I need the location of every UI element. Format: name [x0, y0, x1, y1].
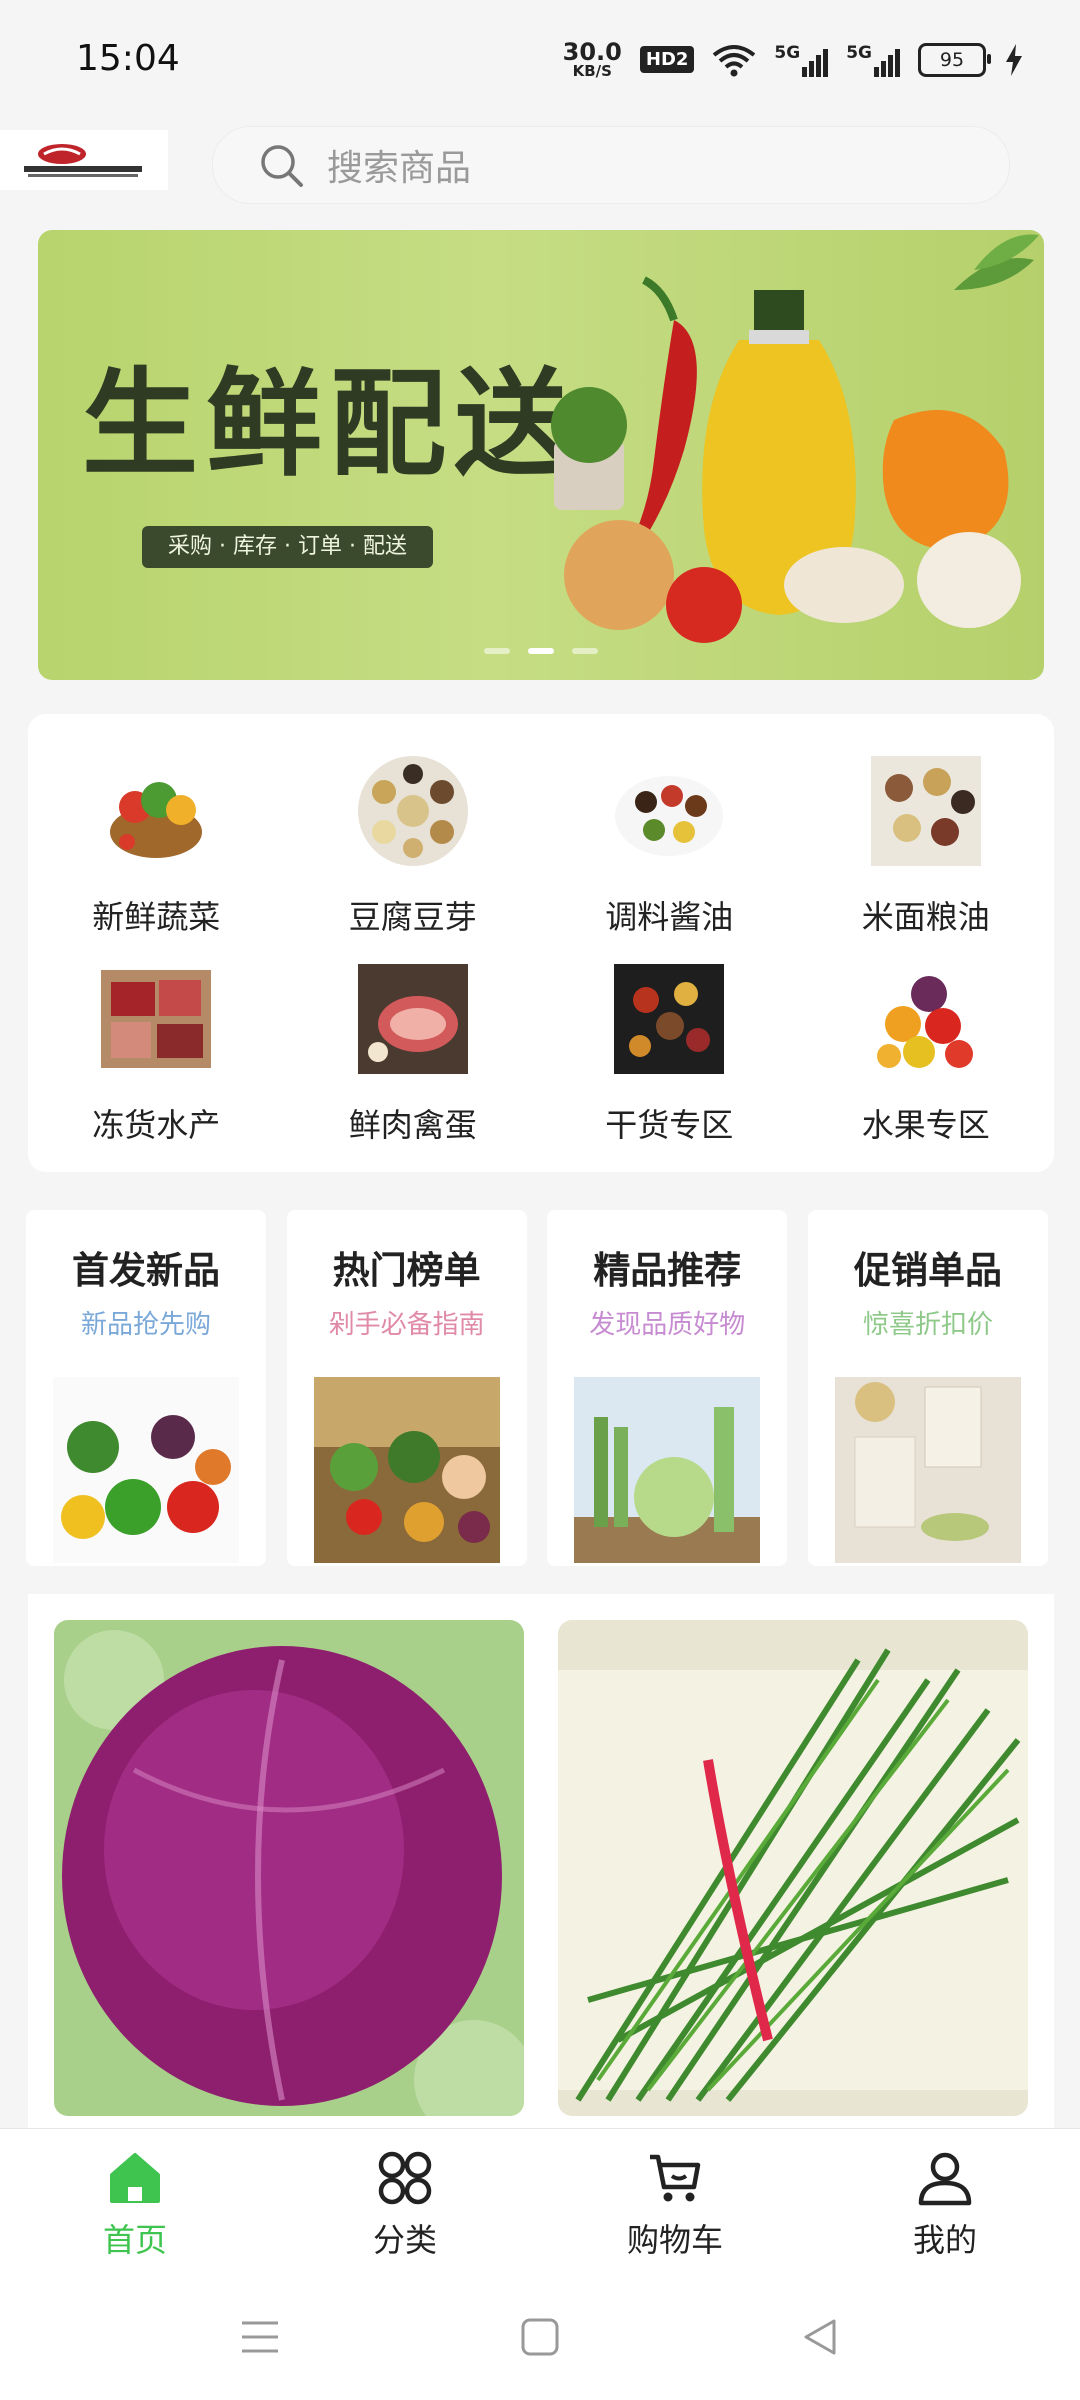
- status-time: 15:04: [76, 38, 180, 79]
- tab-cart[interactable]: 购物车: [540, 2129, 810, 2275]
- pagination-dot[interactable]: [484, 648, 510, 654]
- category-dry-goods[interactable]: 干货专区: [541, 960, 798, 1168]
- header: 搜索商品: [0, 120, 1080, 220]
- promo-card-new-products[interactable]: 首发新品 新品抢先购: [26, 1210, 266, 1566]
- tab-category[interactable]: 分类: [270, 2129, 540, 2275]
- tab-home[interactable]: 首页: [0, 2129, 270, 2275]
- search-icon: [261, 145, 303, 187]
- charging-icon: [1006, 43, 1022, 76]
- beans-plate-icon: [357, 756, 468, 866]
- search-bar[interactable]: 搜索商品: [212, 126, 1010, 204]
- spices-icon: [614, 964, 725, 1074]
- pagination-dot-active[interactable]: [528, 648, 554, 654]
- status-icons: 30.0 KB/S HD2 5G 5G 95: [563, 40, 1024, 79]
- vegetables-image: [53, 1377, 239, 1563]
- cellular-signal-2-icon: 5G: [846, 43, 900, 77]
- category-fresh-vegetables[interactable]: 新鲜蔬菜: [28, 752, 285, 960]
- bottom-tab-bar: 首页 分类 购物车 我的: [0, 2128, 1080, 2275]
- user-icon: [918, 2152, 972, 2206]
- brand-logo[interactable]: [0, 130, 168, 190]
- search-placeholder: 搜索商品: [327, 148, 472, 189]
- market-produce-image: [313, 1377, 500, 1563]
- nav-menu-button[interactable]: [230, 2307, 290, 2367]
- status-bar: 15:04 30.0 KB/S HD2 5G 5G 95: [0, 0, 1080, 120]
- wifi-icon: [713, 44, 756, 76]
- category-grains-oil[interactable]: 米面粮油: [798, 752, 1055, 960]
- cart-icon: [650, 2154, 701, 2202]
- category-panel: 新鲜蔬菜 豆腐豆芽 调料酱油 米面粮油 冻货水产 鲜肉禽蛋 干货专区 水果专区: [28, 714, 1054, 1172]
- network-speed: 30.0 KB/S: [562, 38, 622, 80]
- grid-icon: [378, 2151, 432, 2205]
- system-nav-bar: [0, 2274, 1080, 2400]
- banner-pagination: [38, 648, 1044, 654]
- promo-section: 首发新品 新品抢先购 热门榜单 剁手必备指南 精品推荐 发现品质好物 促销单品 …: [26, 1210, 1048, 1566]
- product-image-purple-cabbage[interactable]: [54, 1620, 524, 2116]
- hd-voice-icon: HD2: [639, 46, 695, 73]
- category-sauces[interactable]: 调料酱油: [541, 752, 798, 960]
- menu-icon: [242, 2321, 278, 2353]
- nav-home-button[interactable]: [510, 2307, 570, 2367]
- cabbage-celery-image: [574, 1377, 761, 1563]
- product-image-chives[interactable]: [558, 1620, 1028, 2116]
- back-triangle-icon: [804, 2319, 836, 2355]
- fruit-basket-icon: [876, 976, 973, 1068]
- grains-bowls-icon: [870, 756, 981, 866]
- fresh-meat-icon: [357, 964, 468, 1074]
- category-frozen-seafood[interactable]: 冻货水产: [28, 960, 285, 1168]
- promo-card-sale[interactable]: 促销单品 惊喜折扣价: [807, 1210, 1048, 1566]
- category-tofu-sprouts[interactable]: 豆腐豆芽: [285, 752, 542, 960]
- vegetable-basket-icon: [110, 782, 203, 858]
- sauce-bowls-icon: [615, 776, 724, 856]
- square-icon: [521, 2318, 559, 2356]
- home-icon: [110, 2153, 160, 2203]
- promo-card-hot-list[interactable]: 热门榜单 剁手必备指南: [286, 1210, 527, 1566]
- promo-card-featured[interactable]: 精品推荐 发现品质好物: [547, 1210, 788, 1566]
- cellular-signal-1-icon: 5G: [774, 43, 829, 77]
- battery-icon: 95: [918, 42, 991, 77]
- tofu-soymilk-image: [834, 1377, 1021, 1563]
- banner-title: 生鲜配送: [82, 356, 578, 492]
- nav-back-button[interactable]: [790, 2307, 850, 2367]
- product-grid: [28, 1594, 1054, 2154]
- frozen-meat-icon: [101, 970, 212, 1068]
- category-meat-eggs[interactable]: 鲜肉禽蛋: [285, 960, 542, 1168]
- promo-banner[interactable]: 生鲜配送 采购 · 库存 · 订单 · 配送: [38, 230, 1044, 680]
- banner-tagline: 采购 · 库存 · 订单 · 配送: [142, 526, 433, 568]
- category-fruit[interactable]: 水果专区: [798, 960, 1055, 1168]
- produce-illustration: [551, 234, 1039, 643]
- logo-icon: [24, 144, 142, 177]
- tab-profile[interactable]: 我的: [810, 2129, 1080, 2275]
- pagination-dot[interactable]: [572, 648, 598, 654]
